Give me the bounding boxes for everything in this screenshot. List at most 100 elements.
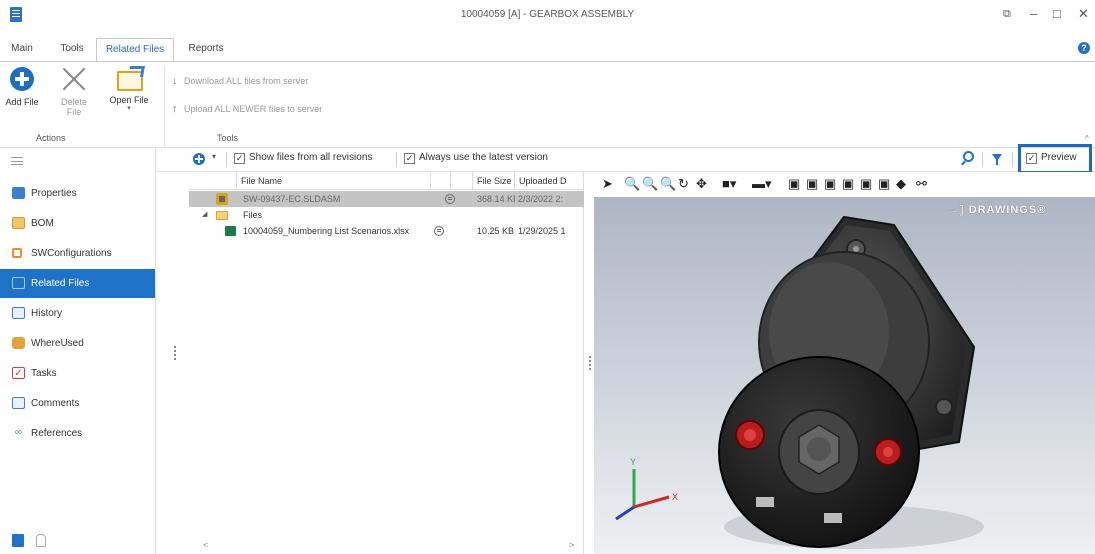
open-file-label: Open File	[109, 95, 149, 105]
group-label-actions: Actions	[36, 133, 66, 143]
toolbar-divider	[982, 152, 983, 167]
history-icon	[12, 307, 25, 319]
column-header-file-size[interactable]: File Size	[473, 172, 515, 190]
view-left-icon[interactable]: ▣	[824, 176, 836, 192]
section-view-icon[interactable]: ▬▾	[752, 176, 772, 192]
restore-icon[interactable]: ⧉	[1003, 6, 1011, 22]
add-file-icon[interactable]	[193, 153, 205, 165]
sidebar-item-history[interactable]: History	[0, 299, 155, 328]
view-top-icon[interactable]: ▣	[860, 176, 872, 192]
add-file-button[interactable]: Add File	[1, 67, 43, 107]
search-icon[interactable]	[963, 151, 974, 162]
horizontal-scrollbar[interactable]: < >	[189, 538, 584, 554]
download-all-button[interactable]: ↓ Download ALL files from server	[172, 74, 308, 88]
table-row[interactable]: ◢ Files	[189, 207, 584, 223]
column-header-status[interactable]	[431, 172, 451, 190]
preview-checkbox[interactable]: ✓	[1026, 153, 1037, 164]
left-navigation: Properties BOM SWConfigurations Related …	[0, 148, 156, 554]
view-bottom-icon[interactable]: ▣	[878, 176, 890, 192]
zoom-fit-icon[interactable]: 🔍	[624, 176, 640, 192]
viewer-toolbar: ➤ 🔍 🔍 🔍 ↻ ✥ ■▾ ▬▾ ▣ ▣ ▣ ▣ ▣ ▣ ◆ ⚯	[594, 172, 1095, 196]
sidebar-item-label: SWConfigurations	[31, 248, 112, 259]
tab-main[interactable]: Main	[4, 38, 40, 62]
tab-reports[interactable]: Reports	[184, 38, 228, 62]
delete-file-label-1: Delete	[60, 97, 87, 107]
pane-resize-handle[interactable]	[589, 356, 591, 370]
scroll-left-icon[interactable]: <	[203, 540, 208, 550]
file-name: 10004059_Numbering List Scenarios.xlsx	[243, 226, 410, 236]
tasks-icon: ✓	[12, 367, 25, 379]
select-cursor-icon[interactable]: ➤	[602, 176, 613, 192]
maximize-button[interactable]: □	[1053, 6, 1061, 22]
sidebar-item-references[interactable]: ∞ References	[0, 419, 155, 448]
file-name: SW-09437-EC.SLDASM	[243, 194, 341, 204]
delete-file-label-2: File	[66, 107, 82, 117]
delete-file-button[interactable]: Delete File	[54, 67, 94, 117]
assembly-icon	[216, 193, 228, 205]
properties-icon	[12, 187, 25, 199]
gearbox-model: Y X	[615, 215, 984, 549]
view-right-icon[interactable]: ▣	[842, 176, 854, 192]
minimize-button[interactable]: –	[1030, 6, 1037, 22]
sidebar-item-label: WhereUsed	[31, 338, 84, 349]
pan-icon[interactable]: ✥	[696, 176, 707, 192]
file-size: 10.25 KB	[477, 226, 515, 236]
toolbar-divider	[226, 152, 227, 167]
collapse-ribbon-icon[interactable]: ^	[1085, 134, 1089, 143]
sidebar-item-properties[interactable]: Properties	[0, 179, 155, 208]
rotate-icon[interactable]: ↻	[678, 176, 689, 192]
z-axis-icon	[615, 505, 635, 521]
title-bar: 10004059 [A] - GEARBOX ASSEMBLY ⧉ – □ ✕	[0, 0, 1095, 30]
chevron-down-icon: ▾	[127, 105, 131, 112]
x-axis-icon	[633, 495, 670, 509]
ribbon-panel: Add File Delete File Open File ▾ ↓ Downlo…	[0, 61, 1095, 148]
sidebar-item-bom[interactable]: BOM	[0, 209, 155, 238]
always-latest-label: Always use the latest version	[419, 152, 548, 163]
table-row[interactable]: 10004059_Numbering List Scenarios.xlsx 1…	[189, 223, 584, 239]
zoom-previous-icon[interactable]: 🔍	[660, 176, 676, 192]
filter-icon[interactable]	[992, 154, 1002, 165]
zoom-area-icon[interactable]: 🔍	[642, 176, 658, 192]
file-size: 368.14 KB	[477, 194, 515, 204]
hamburger-icon[interactable]	[11, 157, 23, 165]
download-arrow-icon: ↓	[172, 75, 178, 87]
add-file-label: Add File	[5, 97, 39, 107]
nav-resize-handle[interactable]	[174, 346, 176, 360]
upload-newer-button[interactable]: ↑ Upload ALL NEWER files to server	[172, 102, 322, 116]
open-file-button[interactable]: Open File ▾	[100, 67, 158, 113]
config-icon	[12, 248, 22, 258]
lock-icon[interactable]	[36, 534, 46, 547]
sidebar-item-comments[interactable]: Comments	[0, 389, 155, 418]
sidebar-item-label: References	[31, 428, 83, 439]
view-options-icon[interactable]: ⚯	[916, 176, 927, 192]
close-button[interactable]: ✕	[1078, 6, 1089, 22]
show-all-revisions-label: Show files from all revisions	[249, 152, 373, 163]
always-latest-checkbox[interactable]: ✓	[404, 153, 415, 164]
column-header-blank[interactable]	[451, 172, 473, 190]
column-header-file-name[interactable]: File Name	[237, 172, 431, 190]
whereused-icon	[12, 337, 25, 349]
chevron-down-icon[interactable]: ◢	[202, 207, 207, 223]
tab-related-files[interactable]: Related Files	[96, 38, 174, 62]
sidebar-item-tasks[interactable]: ✓ Tasks	[0, 359, 155, 388]
sidebar-item-whereused[interactable]: WhereUsed	[0, 329, 155, 358]
column-header-uploaded[interactable]: Uploaded D	[515, 172, 584, 190]
show-all-revisions-checkbox[interactable]: ✓	[234, 153, 245, 164]
display-style-icon[interactable]: ■▾	[722, 176, 736, 192]
nav-view-icon[interactable]	[12, 534, 24, 547]
view-iso-icon[interactable]: ◆	[896, 176, 906, 192]
upload-arrow-icon: ↑	[172, 103, 178, 115]
view-front-icon[interactable]: ▣	[788, 176, 800, 192]
group-divider	[164, 66, 165, 148]
table-row[interactable]: SW-09437-EC.SLDASM 368.14 KB 2/3/2022 2:	[189, 191, 584, 207]
sidebar-item-swconfigurations[interactable]: SWConfigurations	[0, 239, 155, 268]
help-icon[interactable]: ?	[1078, 42, 1090, 54]
view-back-icon[interactable]: ▣	[806, 176, 818, 192]
preview-viewer[interactable]: →] DRAWINGS® Y X	[594, 197, 1095, 554]
scroll-right-icon[interactable]: >	[569, 540, 574, 550]
add-dropdown-icon[interactable]: ▾	[212, 152, 216, 161]
window-title: 10004059 [A] - GEARBOX ASSEMBLY	[460, 9, 635, 20]
sidebar-item-related-files[interactable]: Related Files	[0, 269, 155, 298]
column-header-icons[interactable]	[189, 172, 237, 190]
tab-tools[interactable]: Tools	[54, 38, 90, 62]
